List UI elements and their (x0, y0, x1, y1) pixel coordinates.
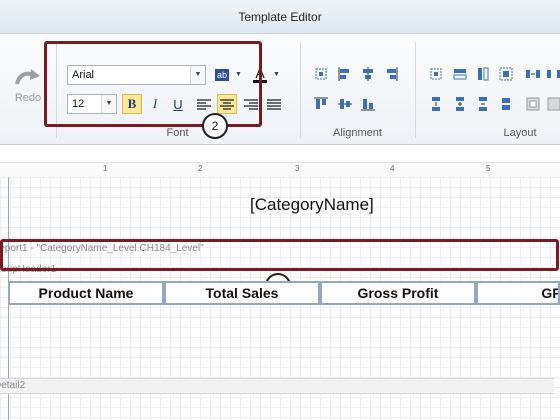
vertical-spacing-icon[interactable] (428, 96, 444, 112)
ruler-tick: 2 (198, 164, 203, 173)
make-same-height-icon[interactable] (475, 66, 491, 82)
ruler-tick: 4 (390, 164, 395, 173)
vertical-spacing-decrease-icon[interactable] (475, 96, 491, 112)
column-header-total-sales[interactable]: Total Sales (164, 281, 320, 305)
align-icon[interactable] (313, 66, 329, 82)
window-title: Template Editor (238, 9, 322, 24)
bring-to-front-icon[interactable] (525, 96, 541, 112)
size-to-grid-icon[interactable] (428, 66, 444, 82)
send-to-back-icon[interactable] (546, 96, 560, 112)
vertical-spacing-increase-icon[interactable] (452, 96, 468, 112)
callout-marker-2: 2 (202, 113, 228, 139)
align-bottoms-icon[interactable] (360, 96, 376, 112)
horizontal-spacing-icon[interactable] (525, 66, 541, 82)
horizontal-spacing-increase-icon[interactable] (546, 66, 560, 82)
column-header-product-name[interactable]: Product Name (8, 281, 164, 305)
detail-band[interactable]: Detail2 (0, 378, 554, 394)
column-header-gp-percent[interactable]: GP% (476, 281, 560, 305)
align-centers-icon[interactable] (360, 66, 376, 82)
alignment-group-label: Alignment (333, 127, 382, 139)
align-lefts-icon[interactable] (337, 66, 353, 82)
layout-group-label: Layout (503, 127, 537, 139)
remove-spacing-icon[interactable] (498, 96, 514, 112)
align-rights-icon[interactable] (383, 66, 399, 82)
ruler-tick: 5 (486, 164, 491, 173)
ribbon-toolbar: Redo Arial ▼ ab ▼ A ▼ 12 ▼ B I U Font 2 (0, 34, 560, 145)
group-separator (415, 42, 416, 138)
justify-button[interactable] (264, 94, 284, 114)
align-middles-icon[interactable] (337, 96, 353, 112)
title-bar: Template Editor (0, 0, 560, 34)
align-tops-icon[interactable] (313, 96, 329, 112)
make-same-size-icon[interactable] (498, 66, 514, 82)
group-separator (300, 42, 301, 138)
column-header-gross-profit[interactable]: Gross Profit (320, 281, 476, 305)
ruler-tick: 1 (103, 164, 108, 173)
column-header-gp-text: GP% (541, 285, 558, 301)
redo-label: Redo (14, 92, 42, 104)
report-band-highlight (0, 239, 559, 271)
font-group-highlight (44, 41, 262, 127)
ruler-tick: 3 (295, 164, 300, 173)
horizontal-ruler: 1 2 3 4 5 (0, 162, 560, 178)
chevron-down-icon[interactable]: ▼ (273, 71, 280, 78)
category-name-field[interactable]: [CategoryName] (250, 195, 374, 215)
detail-band-label: Detail2 (0, 380, 26, 391)
redo-icon (15, 69, 40, 85)
make-same-width-icon[interactable] (452, 66, 468, 82)
justify-icon (267, 99, 281, 110)
